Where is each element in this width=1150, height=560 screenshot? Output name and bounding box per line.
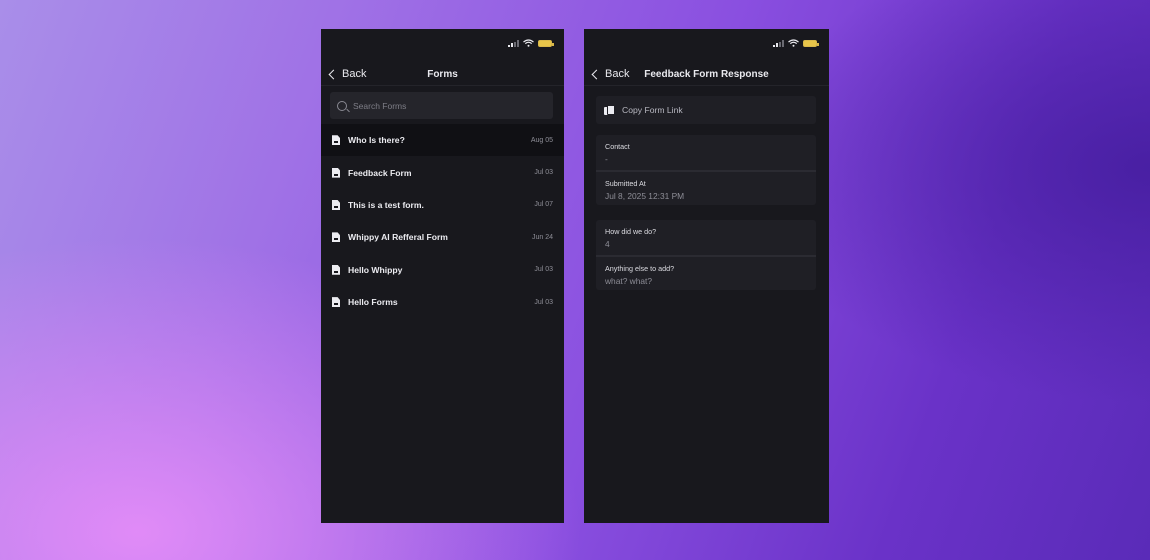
list-item[interactable]: Whippy AI Refferal Form Jun 24 — [321, 221, 564, 253]
list-item[interactable]: Feedback Form Jul 03 — [321, 156, 564, 188]
divider — [584, 85, 829, 86]
wifi-icon — [523, 39, 534, 47]
forms-list: Who Is there? Aug 05 Feedback Form Jul 0… — [321, 124, 564, 318]
question-label: How did we do? — [605, 227, 657, 236]
list-item[interactable]: Hello Whippy Jul 03 — [321, 254, 564, 286]
status-bar — [508, 39, 554, 47]
field-label: Contact — [605, 142, 630, 151]
form-name: Whippy AI Refferal Form — [348, 232, 448, 243]
question-label: Anything else to add? — [605, 264, 675, 273]
list-item[interactable]: Who Is there? Aug 05 — [321, 124, 564, 157]
signal-icon — [773, 39, 784, 47]
back-button[interactable]: Back — [584, 68, 629, 80]
document-icon — [332, 135, 340, 146]
copy-icon — [604, 104, 615, 116]
search-input[interactable] — [353, 100, 533, 111]
chevron-left-icon — [591, 69, 602, 79]
field-value: - — [605, 154, 608, 164]
answer-value: what? what? — [605, 276, 653, 286]
document-icon — [332, 264, 340, 275]
response-meta-card: Contact - Submitted At Jul 8, 2025 12:31… — [596, 135, 816, 205]
status-bar — [773, 39, 819, 47]
forms-screen: Back Forms Who Is there? Aug 05 Feedback… — [321, 29, 564, 523]
battery-icon — [538, 39, 554, 47]
copy-link-label: Copy Form Link — [622, 105, 683, 115]
document-icon — [332, 199, 340, 210]
copy-form-link-button[interactable]: Copy Form Link — [596, 96, 816, 124]
divider — [321, 85, 564, 86]
wifi-icon — [788, 39, 799, 47]
back-button[interactable]: Back — [321, 68, 366, 80]
document-icon — [332, 167, 340, 178]
answer-value: 4 — [605, 239, 610, 249]
contact-field: Contact - — [596, 135, 816, 170]
document-icon — [332, 232, 340, 243]
back-label: Back — [605, 68, 630, 80]
answer-field: Anything else to add? what? what? — [596, 255, 816, 290]
signal-icon — [508, 39, 519, 47]
search-icon — [337, 100, 347, 111]
form-date: Aug 05 — [530, 136, 553, 144]
list-item[interactable]: Hello Forms Jul 03 — [321, 286, 564, 318]
response-answers-card: How did we do? 4 Anything else to add? w… — [596, 220, 816, 290]
back-label: Back — [342, 68, 367, 80]
battery-icon — [803, 39, 819, 47]
field-value: Jul 8, 2025 12:31 PM — [605, 191, 685, 201]
form-date: Jun 24 — [531, 233, 553, 241]
form-name: Hello Whippy — [348, 264, 403, 275]
answer-field: How did we do? 4 — [596, 220, 816, 255]
form-date: Jul 03 — [534, 169, 553, 177]
response-screen: Back Feedback Form Response Copy Form Li… — [584, 29, 829, 523]
document-icon — [332, 297, 340, 308]
form-date: Jul 03 — [534, 266, 553, 274]
nav-bar: Back Forms — [321, 63, 564, 85]
form-date: Jul 03 — [534, 298, 553, 306]
list-item[interactable]: This is a test form. Jul 07 — [321, 189, 564, 221]
nav-bar: Back Feedback Form Response — [584, 63, 829, 85]
chevron-left-icon — [328, 69, 339, 79]
form-name: Hello Forms — [348, 297, 398, 308]
form-name: Who Is there? — [348, 135, 405, 146]
search-bar[interactable] — [330, 92, 553, 119]
field-label: Submitted At — [605, 179, 646, 188]
form-name: This is a test form. — [348, 199, 424, 210]
form-date: Jul 07 — [534, 201, 553, 209]
form-name: Feedback Form — [348, 167, 412, 178]
submitted-at-field: Submitted At Jul 8, 2025 12:31 PM — [596, 170, 816, 205]
